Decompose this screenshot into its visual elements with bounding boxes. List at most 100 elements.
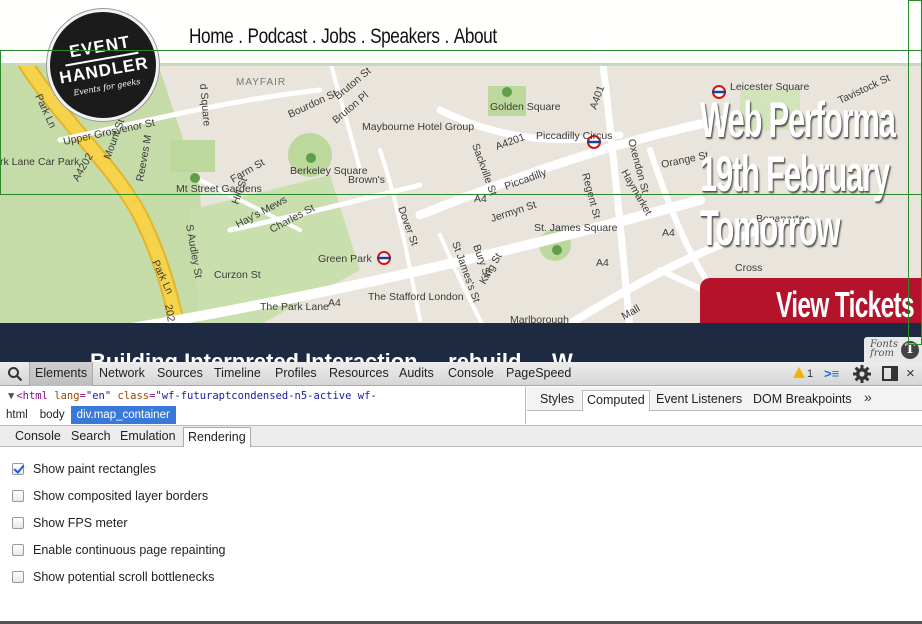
- screenshot: MAYFAIR Upper Grosvenor St rk Lane Car P…: [0, 0, 922, 624]
- map-label: Green Park: [318, 253, 372, 265]
- map-label: Brown's: [348, 174, 385, 186]
- view-tickets-label: View Tickets: [776, 284, 915, 325]
- checkbox[interactable]: [12, 463, 24, 475]
- console-drawer-icon[interactable]: >≡: [824, 366, 839, 381]
- rendering-option-label: Show FPS meter: [33, 516, 128, 530]
- map-label: A4: [328, 297, 341, 309]
- map-label: Curzon St: [214, 269, 261, 281]
- attr-value: "wf-futuraptcondensed-n5-active wf-: [155, 390, 377, 402]
- tag-name: <html: [16, 390, 48, 402]
- website-viewport: MAYFAIR Upper Grosvenor St rk Lane Car P…: [0, 0, 922, 362]
- rendering-option[interactable]: Show potential scroll bottlenecks: [12, 570, 214, 584]
- drawer-tab-rendering[interactable]: Rendering: [183, 427, 251, 447]
- checkbox[interactable]: [12, 544, 24, 556]
- rendering-option[interactable]: Show composited layer borders: [12, 489, 208, 503]
- content-band-text: Building Interpreted Interaction ... reb…: [90, 349, 573, 362]
- tree-icon: [190, 173, 200, 183]
- tree-icon: [306, 153, 316, 163]
- mt-street-gardens-area: [170, 140, 215, 172]
- nav-separator: .: [444, 25, 449, 48]
- dock-side-icon[interactable]: [882, 366, 898, 381]
- warning-icon: [793, 367, 805, 378]
- tab-audits[interactable]: Audits: [394, 362, 439, 386]
- drawer-tab-emulation[interactable]: Emulation: [116, 427, 180, 447]
- search-icon[interactable]: [7, 366, 23, 382]
- rendering-option-label: Show potential scroll bottlenecks: [33, 570, 215, 584]
- close-icon[interactable]: ×: [906, 365, 915, 382]
- more-tabs-icon[interactable]: »: [864, 389, 872, 405]
- map-label: The Stafford London: [368, 291, 464, 303]
- breadcrumb: html body div.map_container: [0, 406, 176, 424]
- breadcrumb-item[interactable]: div.map_container: [70, 406, 176, 424]
- warning-count: 1: [807, 368, 814, 380]
- tab-pagespeed[interactable]: PageSpeed: [501, 362, 576, 386]
- expand-triangle-icon[interactable]: ▼: [8, 390, 14, 402]
- tree-icon: [552, 245, 562, 255]
- fonts-from-badge[interactable]: Fonts from T: [864, 337, 922, 362]
- rendering-option-label: Show paint rectangles: [33, 462, 156, 476]
- tree-icon: [502, 87, 512, 97]
- map-label: Cross: [735, 262, 762, 274]
- map-label: A4: [474, 193, 487, 205]
- nav-link-about[interactable]: About: [454, 25, 497, 49]
- rendering-option-label: Show composited layer borders: [33, 489, 209, 503]
- map-label: rk Lane Car Park: [0, 156, 80, 168]
- sidebar-tab-computed[interactable]: Computed: [582, 390, 650, 411]
- rendering-option[interactable]: Enable continuous page repainting: [12, 543, 226, 557]
- checkbox[interactable]: [12, 490, 24, 502]
- map-label: Maybourne Hotel Group: [362, 121, 474, 133]
- dom-tree-html-node[interactable]: ▼ <html lang="en" class="wf-futuraptconde…: [8, 390, 377, 402]
- main-nav: Home. Podcast. Jobs. Speakers. About: [189, 25, 497, 49]
- drawer-tab-console[interactable]: Console: [11, 427, 65, 447]
- nav-link-jobs[interactable]: Jobs: [321, 25, 356, 49]
- rendering-option[interactable]: Show FPS meter: [12, 516, 127, 530]
- rendering-panel: Show paint rectangles Show composited lay…: [0, 448, 922, 624]
- map-label: Mt Street Gardens: [176, 183, 262, 195]
- attr-value: "en": [85, 390, 112, 402]
- tab-elements[interactable]: Elements: [29, 362, 94, 386]
- warning-indicator[interactable]: 1: [793, 367, 813, 380]
- elements-sidebar-tabs: Styles Computed Event Listeners DOM Breakpo…: [527, 387, 922, 411]
- map-label: Golden Square: [490, 101, 561, 113]
- nav-separator: .: [238, 25, 243, 48]
- gear-icon[interactable]: [852, 364, 872, 384]
- devtools-toolbar: Elements Network Sources Timeline Profiles Re…: [0, 362, 922, 386]
- sidebar-tab-dom-breakpoints[interactable]: DOM Breakpoints: [749, 390, 856, 411]
- drawer-tab-search[interactable]: Search: [67, 427, 115, 447]
- sidebar-tab-event-listeners[interactable]: Event Listeners: [652, 390, 746, 411]
- nav-link-home[interactable]: Home: [189, 25, 234, 49]
- event-date: 19th February: [700, 146, 890, 202]
- tab-profiles[interactable]: Profiles: [270, 362, 322, 386]
- devtools-panel: Elements Network Sources Timeline Profiles Re…: [0, 362, 922, 624]
- tab-sources[interactable]: Sources: [152, 362, 208, 386]
- event-when: Tomorrow: [700, 200, 841, 256]
- checkbox[interactable]: [12, 517, 24, 529]
- typekit-icon: T: [901, 341, 919, 359]
- nav-link-speakers[interactable]: Speakers: [370, 25, 440, 49]
- tab-timeline[interactable]: Timeline: [209, 362, 266, 386]
- breadcrumb-item[interactable]: body: [34, 406, 71, 424]
- rendering-option[interactable]: Show paint rectangles: [12, 462, 156, 476]
- map-label: The Park Lane: [260, 301, 329, 313]
- attr-name: lang: [54, 390, 80, 402]
- nav-separator: .: [360, 25, 366, 48]
- event-name: Web Performa: [700, 92, 896, 148]
- drawer-tabs: Console Search Emulation Rendering: [0, 425, 922, 447]
- nav-link-podcast[interactable]: Podcast: [248, 25, 308, 49]
- breadcrumb-item[interactable]: html: [0, 406, 34, 424]
- attr-name: class: [117, 390, 150, 402]
- rendering-option-label: Enable continuous page repainting: [33, 543, 226, 557]
- tab-resources[interactable]: Resources: [324, 362, 394, 386]
- elements-panel: ▼ <html lang="en" class="wf-futuraptconde…: [0, 387, 526, 424]
- tab-console[interactable]: Console: [443, 362, 499, 386]
- map-label: MAYFAIR: [236, 77, 286, 88]
- map-label: A4: [662, 227, 675, 239]
- map-label: A4: [596, 257, 609, 269]
- event-title: Web Performa 19th February Tomorrow: [700, 92, 896, 260]
- tab-network[interactable]: Network: [94, 362, 150, 386]
- checkbox[interactable]: [12, 571, 24, 583]
- map-label: Piccadilly Circus: [536, 130, 612, 142]
- map-label: St. James Square: [534, 222, 618, 234]
- sidebar-tab-styles[interactable]: Styles: [536, 390, 578, 411]
- content-band: Building Interpreted Interaction ... reb…: [0, 323, 922, 362]
